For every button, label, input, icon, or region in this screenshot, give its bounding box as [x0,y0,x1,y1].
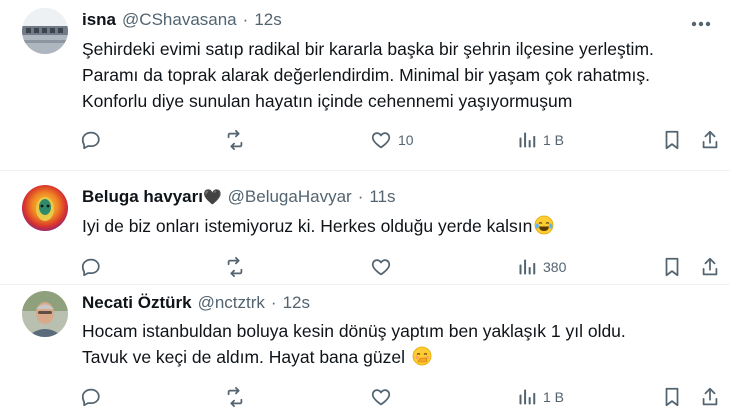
like-count: 10 [398,132,414,148]
display-name[interactable]: Necati Öztürk [82,293,192,313]
like-button[interactable] [370,385,398,409]
post-1[interactable]: isna @CShavasana · 12s Şehirdeki evimi s… [0,0,730,170]
bookmark-button[interactable] [662,255,682,279]
heart-icon [370,256,392,278]
post-header: Beluga havyarı🖤 @BelugaHavyar · 11s [82,187,396,207]
post-text: Hocam istanbuldan boluya kesin dönüş yap… [82,318,710,370]
hand-over-mouth-emoji [412,346,432,366]
bookmark-button[interactable] [662,128,682,152]
post-text-line: Şehirdeki evimi satıp radikal bir kararl… [82,39,654,59]
post-text-line: Tavuk ve keçi de aldım. Hayat bana güzel [82,344,710,370]
like-button[interactable]: 10 [370,128,414,152]
post-timestamp[interactable]: 12s [254,10,281,30]
post-text: Şehirdeki evimi satıp radikal bir kararl… [82,36,710,114]
post-text-line: Konforlu diye sunulan hayatın içinde ceh… [82,91,573,111]
view-count: 1 B [543,389,565,405]
views-button[interactable]: 380 [517,255,566,279]
black-heart-icon: 🖤 [202,189,222,206]
view-count: 1 B [543,132,565,148]
post-3[interactable]: Necati Öztürk @nctztrk · 12s Hocam istan… [0,284,730,420]
bookmark-icon [662,256,682,278]
reply-icon [80,129,102,151]
analytics-icon [517,387,537,407]
post-2[interactable]: Beluga havyarı🖤 @BelugaHavyar · 11s Iyi … [0,170,730,284]
repost-button[interactable] [223,255,247,279]
share-icon [700,386,720,408]
reply-icon [80,386,102,408]
share-button[interactable] [700,255,720,279]
repost-button[interactable] [223,385,247,409]
views-button[interactable]: 1 B [517,385,564,409]
separator-dot: · [357,187,364,206]
bookmark-icon [662,129,682,151]
user-handle[interactable]: @CShavasana [122,10,237,30]
avatar-isna[interactable] [22,8,68,54]
repost-icon [223,256,247,278]
action-bar: 10 1 B [80,128,720,152]
post-header: Necati Öztürk @nctztrk · 12s [82,293,310,313]
post-text-content: Iyi de biz onları istemiyoruz ki. Herkes… [82,216,533,236]
user-handle[interactable]: @BelugaHavyar [228,187,352,207]
reply-button[interactable] [80,255,102,279]
action-bar: 380 [80,255,720,279]
repost-icon [223,129,247,151]
display-name[interactable]: Beluga havyarı🖤 [82,187,222,207]
share-icon [700,256,720,278]
analytics-icon [517,257,537,277]
separator-dot: · [242,10,249,29]
more-icon[interactable] [688,14,714,34]
bookmark-icon [662,386,682,408]
post-text-line: Hocam istanbuldan boluya kesin dönüş yap… [82,321,626,341]
views-button[interactable]: 1 B [517,128,564,152]
repost-button[interactable] [223,128,247,152]
reply-button[interactable] [80,385,102,409]
post-text-content: Tavuk ve keçi de aldım. Hayat bana güzel [82,347,405,367]
user-handle[interactable]: @nctztrk [198,293,265,313]
display-name-text: Beluga havyarı [82,187,203,206]
analytics-icon [517,130,537,150]
share-button[interactable] [700,385,720,409]
display-name[interactable]: isna [82,10,116,30]
post-timestamp[interactable]: 12s [283,293,310,313]
separator-dot: · [270,293,277,312]
action-bar: 1 B [80,385,720,409]
reply-button[interactable] [80,128,102,152]
post-text-line: Iyi de biz onları istemiyoruz ki. Herkes… [82,213,710,239]
like-button[interactable] [370,255,398,279]
post-timestamp[interactable]: 11s [369,187,395,207]
laughing-tears-emoji [534,215,554,235]
avatar-necati[interactable] [22,291,68,337]
repost-icon [223,386,247,408]
post-text-line: Paramı da toprak alarak değerlendirdim. … [82,65,650,85]
post-text: Iyi de biz onları istemiyoruz ki. Herkes… [82,213,710,239]
avatar-beluga[interactable] [22,185,68,231]
heart-icon [370,386,392,408]
view-count: 380 [543,259,567,275]
reply-icon [80,256,102,278]
share-icon [700,129,720,151]
share-button[interactable] [700,128,720,152]
bookmark-button[interactable] [662,385,682,409]
post-header: isna @CShavasana · 12s [82,10,282,30]
heart-icon [370,129,392,151]
